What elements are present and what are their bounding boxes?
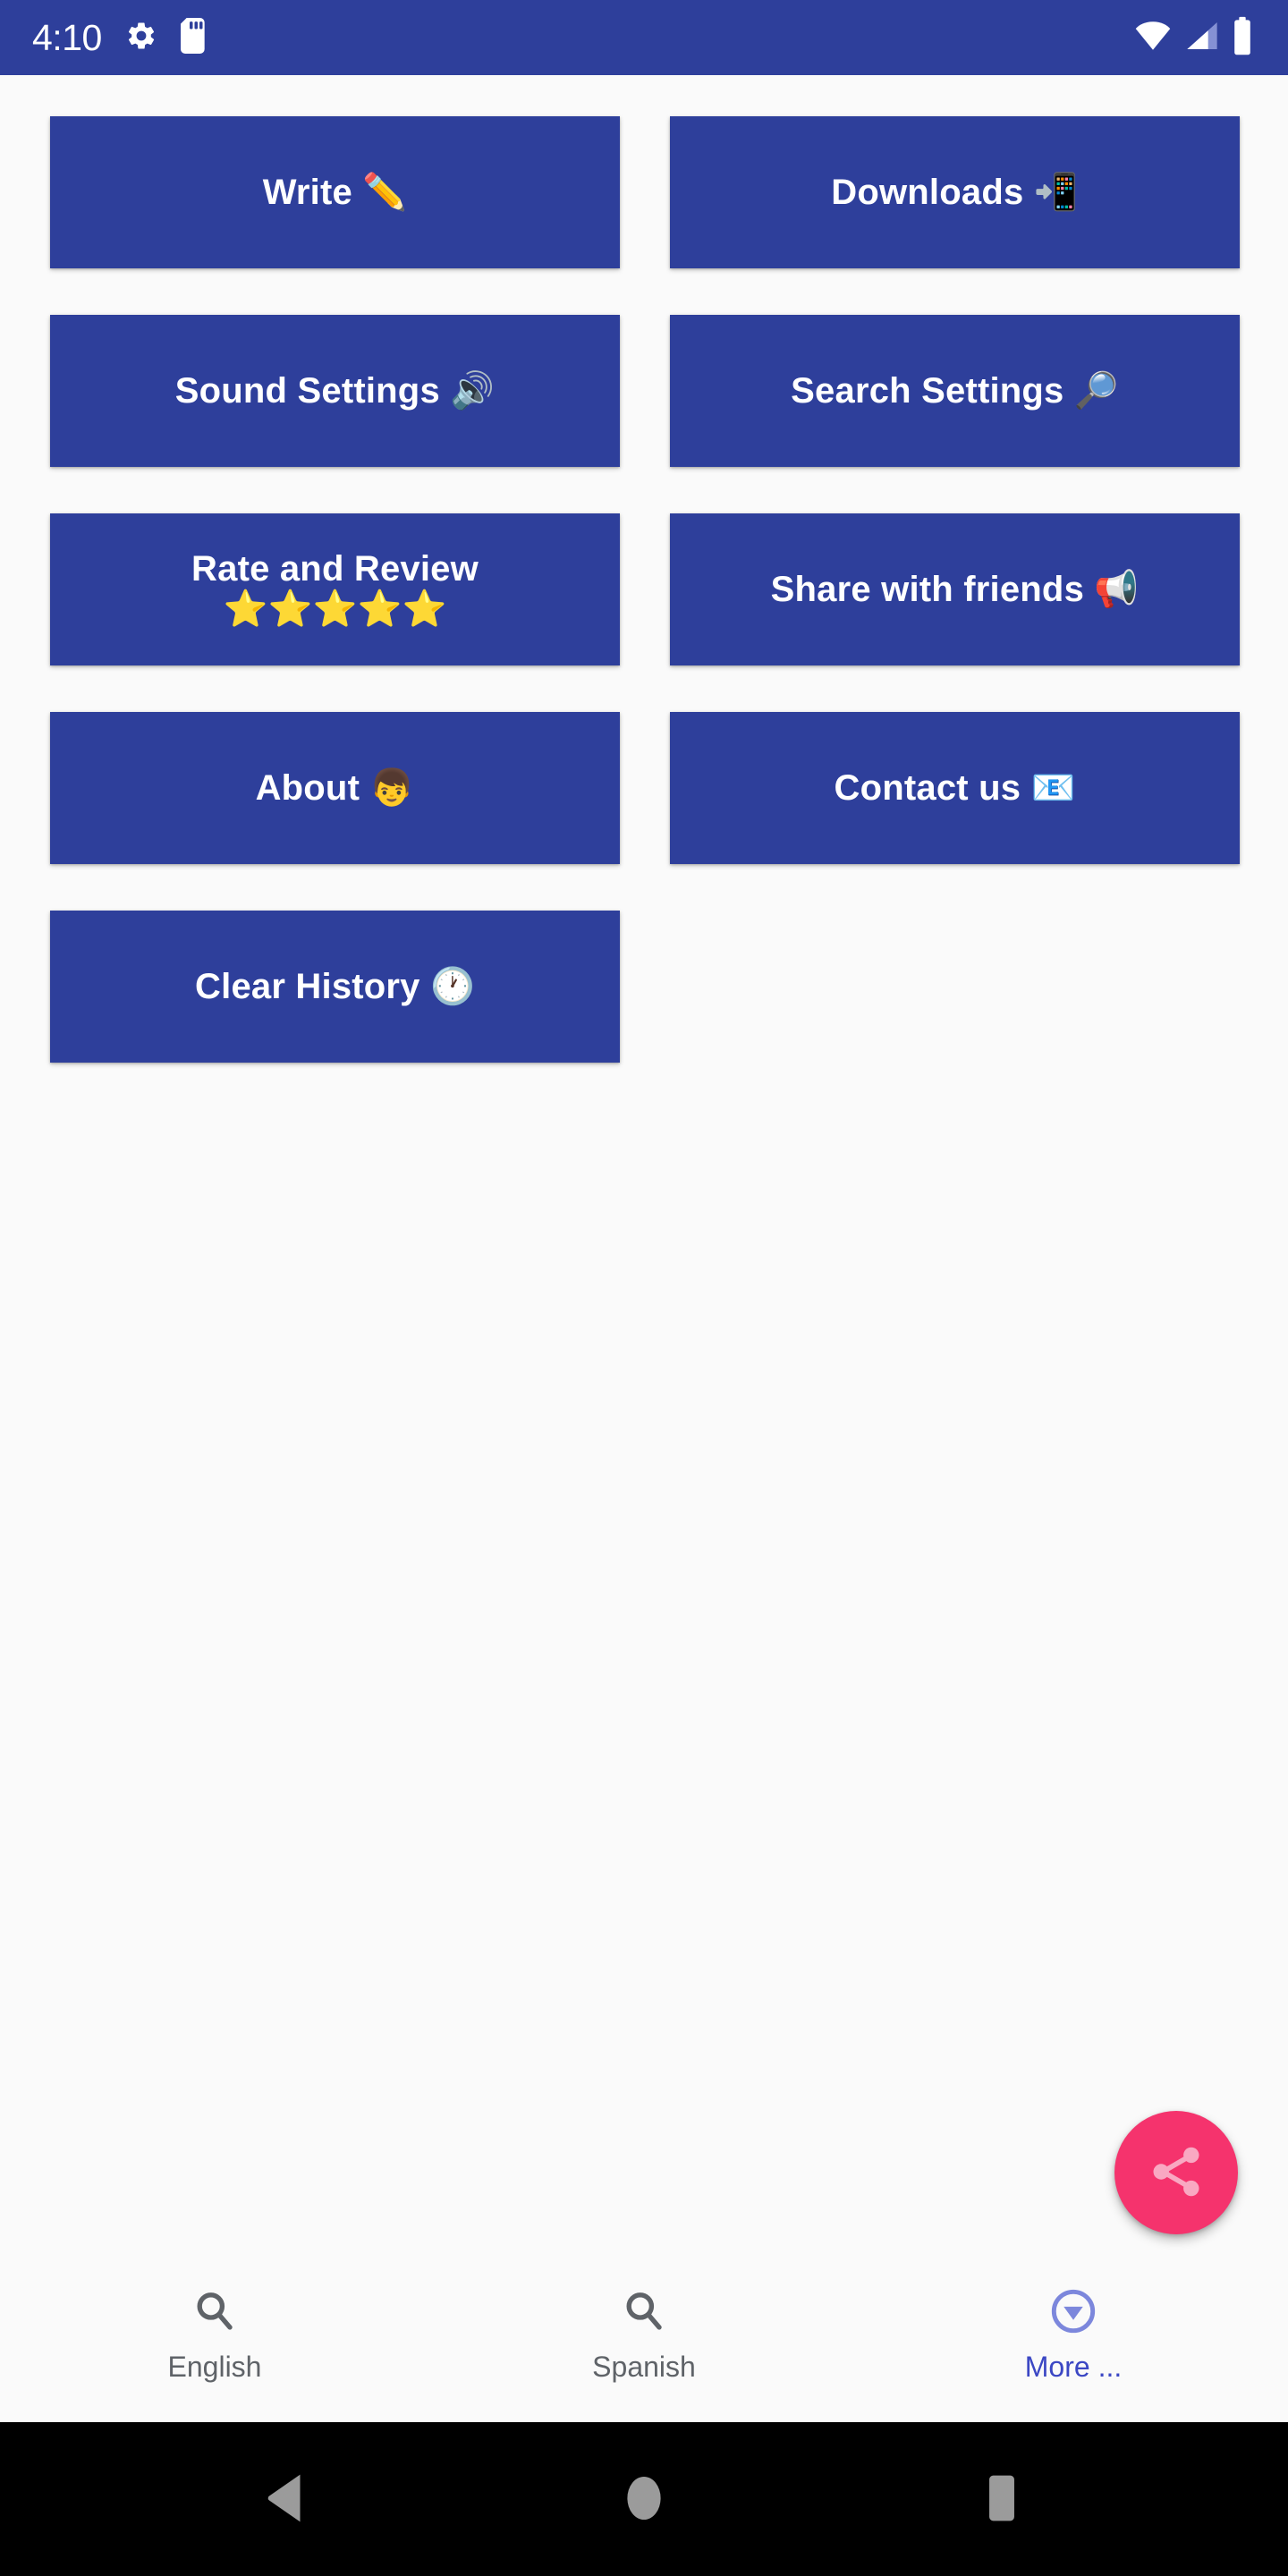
clear-history-button[interactable]: Clear History 🕐	[50, 911, 620, 1063]
back-button[interactable]	[219, 2422, 353, 2576]
search-settings-button[interactable]: Search Settings 🔎	[670, 315, 1240, 467]
share-with-friends-button[interactable]: Share with friends 📢	[670, 513, 1240, 665]
search-icon	[619, 2286, 669, 2338]
about-button[interactable]: About 👦	[50, 712, 620, 864]
recents-button[interactable]	[935, 2422, 1069, 2576]
gear-icon	[125, 20, 157, 56]
write-button[interactable]: Write ✏️	[50, 116, 620, 268]
downloads-button[interactable]: Downloads 📲	[670, 116, 1240, 268]
status-bar-left: 4:10	[32, 16, 208, 58]
nav-item-more[interactable]: More ...	[859, 2286, 1288, 2381]
rate-and-review-button[interactable]: Rate and Review ⭐⭐⭐⭐⭐	[50, 513, 620, 665]
app-screen: 4:10 Write ✏️ Downloads 📲 Sound Settings…	[0, 0, 1288, 2576]
sd-card-icon	[180, 17, 208, 58]
status-bar: 4:10	[0, 0, 1288, 75]
cellular-signal-icon	[1184, 17, 1220, 59]
nav-item-english[interactable]: English	[0, 2286, 429, 2381]
circle-icon	[623, 2470, 665, 2529]
action-button-grid: Write ✏️ Downloads 📲 Sound Settings 🔊 Se…	[50, 116, 1240, 1063]
share-icon	[1144, 2140, 1208, 2207]
nav-label-english: English	[167, 2351, 262, 2383]
square-icon	[978, 2470, 1026, 2529]
main-content: Write ✏️ Downloads 📲 Sound Settings 🔊 Se…	[0, 75, 1288, 2268]
contact-us-button[interactable]: Contact us 📧	[670, 712, 1240, 864]
nav-label-spanish: Spanish	[592, 2351, 696, 2383]
nav-item-spanish[interactable]: Spanish	[429, 2286, 859, 2381]
circle-chevron-down-icon	[1048, 2286, 1098, 2338]
search-icon	[190, 2286, 240, 2338]
wifi-icon	[1134, 17, 1172, 59]
share-fab[interactable]	[1114, 2111, 1238, 2234]
battery-icon	[1233, 16, 1252, 60]
android-system-navigation-bar	[0, 2422, 1288, 2576]
home-button[interactable]	[577, 2422, 711, 2576]
status-bar-right	[1134, 16, 1252, 60]
status-bar-clock: 4:10	[32, 16, 102, 58]
bottom-navigation-bar: English Spanish More ...	[0, 2268, 1288, 2422]
sound-settings-button[interactable]: Sound Settings 🔊	[50, 315, 620, 467]
triangle-left-icon	[262, 2470, 310, 2529]
nav-label-more: More ...	[1024, 2351, 1123, 2383]
